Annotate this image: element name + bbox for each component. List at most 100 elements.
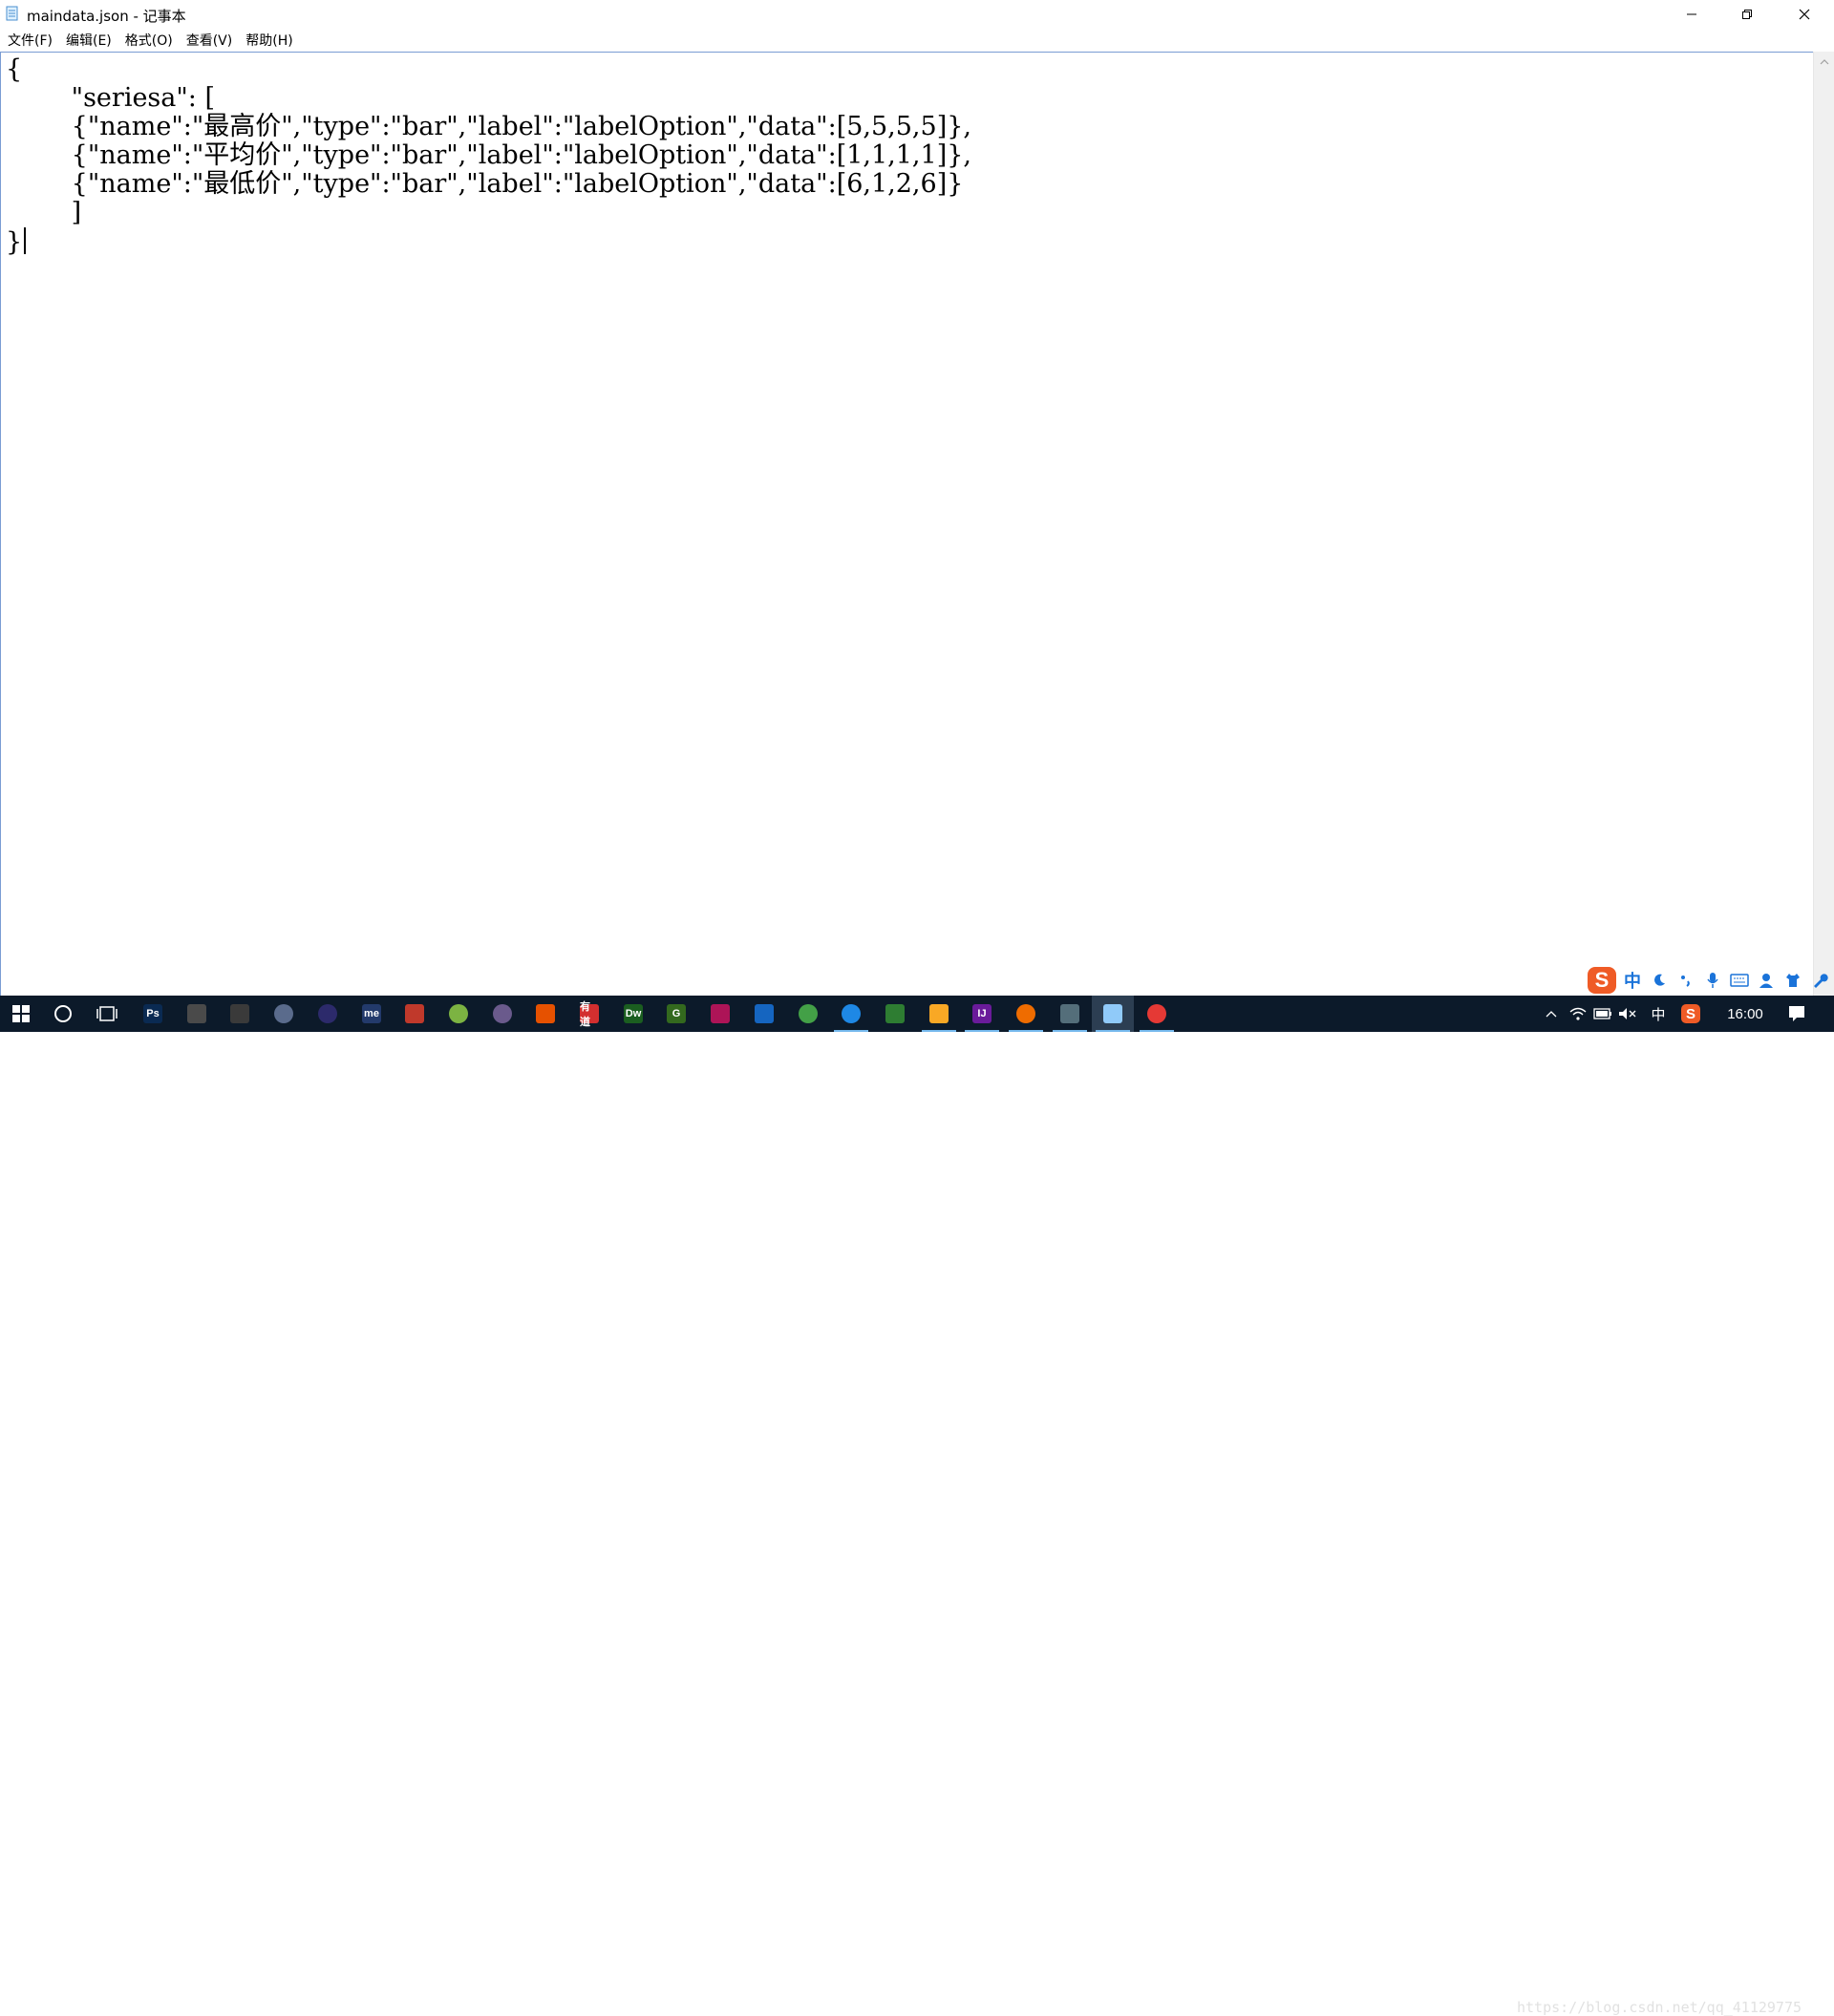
menu-edit[interactable]: 编辑(E) xyxy=(59,29,118,52)
chevron-up-icon[interactable] xyxy=(1540,996,1563,1032)
menu-file[interactable]: 文件(F) xyxy=(1,29,59,52)
vertical-scrollbar[interactable] xyxy=(1813,52,1834,996)
app-17-icon xyxy=(842,1004,861,1023)
mindmanager-icon: me xyxy=(362,1004,381,1023)
photoshop-icon: Ps xyxy=(143,1004,162,1023)
taskbar-app-app-13[interactable]: G xyxy=(655,996,697,1032)
calculator-icon xyxy=(187,1004,206,1023)
taskbar-app-app-15[interactable] xyxy=(743,996,785,1032)
wifi-icon[interactable] xyxy=(1567,996,1589,1032)
dreamweaver-icon-label: Dw xyxy=(625,1008,642,1019)
editor-line: {"name":"平均价","type":"bar","label":"labe… xyxy=(6,140,971,170)
chrome-icon xyxy=(1147,1004,1166,1023)
restore-icon xyxy=(1742,10,1752,19)
notification-icon[interactable] xyxy=(1782,996,1811,1032)
keyboard-icon[interactable] xyxy=(1729,970,1750,991)
taskbar-app-app-16[interactable] xyxy=(787,996,829,1032)
text-caret xyxy=(24,227,27,254)
windows-icon xyxy=(12,1005,30,1022)
taskbar-app-app-4[interactable] xyxy=(263,996,305,1032)
taskbar-app-intellij[interactable]: IJ xyxy=(961,996,1003,1032)
taskbar-app-app-18[interactable] xyxy=(874,996,916,1032)
menu-view[interactable]: 查看(V) xyxy=(180,29,240,52)
editor-line: { xyxy=(6,54,23,84)
minimize-icon xyxy=(1687,13,1696,15)
task-view-button[interactable] xyxy=(86,996,128,1032)
intellij-icon-label: IJ xyxy=(977,1008,987,1019)
ime-mode-toggle[interactable]: 中 xyxy=(1622,970,1643,992)
taskbar-app-eclipse[interactable] xyxy=(307,996,349,1032)
taskbar-app-youdao[interactable]: 有道 xyxy=(568,996,610,1032)
sogou-ime-logo[interactable]: S xyxy=(1588,967,1616,994)
menu-format[interactable]: 格式(O) xyxy=(118,29,180,52)
shirt-icon[interactable] xyxy=(1782,970,1803,991)
taskbar-app-mindmanager[interactable]: me xyxy=(351,996,393,1032)
taskbar-app-camera[interactable] xyxy=(219,996,261,1032)
photoshop-icon-label: Ps xyxy=(146,1008,160,1019)
taskbar-app-app-14[interactable] xyxy=(699,996,741,1032)
microphone-icon[interactable] xyxy=(1702,970,1723,991)
app-18-icon xyxy=(885,1004,905,1023)
minimize-button[interactable] xyxy=(1664,0,1719,29)
app-4-icon xyxy=(274,1004,293,1023)
editor-line: {"name":"最高价","type":"bar","label":"labe… xyxy=(6,112,971,141)
taskbar-app-dreamweaver[interactable]: Dw xyxy=(612,996,654,1032)
editor-line: } xyxy=(6,227,23,257)
app-9-icon xyxy=(493,1004,512,1023)
restore-button[interactable] xyxy=(1719,0,1775,29)
dreamweaver-icon: Dw xyxy=(624,1004,643,1023)
taskbar-app-notepad[interactable] xyxy=(1092,996,1134,1032)
taskbar-app-app-10[interactable] xyxy=(524,996,566,1032)
punctuation-icon[interactable] xyxy=(1675,970,1696,991)
taskbar-app-app-17[interactable] xyxy=(830,996,872,1032)
title-bar[interactable]: maindata.json - 记事本 xyxy=(0,0,1834,29)
scroll-up-button[interactable] xyxy=(1814,54,1834,71)
notepad-icon xyxy=(6,6,18,21)
taskbar-app-app-7[interactable] xyxy=(394,996,436,1032)
start-button[interactable] xyxy=(0,996,42,1032)
taskbar-app-file-explorer[interactable] xyxy=(918,996,960,1032)
mindmanager-icon-label: me xyxy=(364,1008,379,1019)
ime-indicator[interactable]: 中 xyxy=(1645,996,1672,1032)
close-button[interactable] xyxy=(1775,0,1834,29)
taskbar-app-app-22[interactable] xyxy=(1049,996,1091,1032)
menu-help[interactable]: 帮助(H) xyxy=(239,29,299,52)
app-13-icon: G xyxy=(667,1004,686,1023)
taskbar: Ps me 有道 Dw G IJ 中 S 16:00 https://blog.csdn.… xyxy=(0,996,1834,2016)
notepad-icon xyxy=(1103,1004,1122,1023)
taskbar-app-calculator[interactable] xyxy=(176,996,218,1032)
task-view-icon xyxy=(96,1006,117,1021)
clock[interactable]: 16:00 xyxy=(1719,996,1771,1032)
cortana-icon xyxy=(54,1005,72,1022)
window-title: maindata.json - 记事本 xyxy=(27,8,186,25)
volume-muted-icon[interactable] xyxy=(1616,996,1639,1032)
editor-line: {"name":"最低价","type":"bar","label":"labe… xyxy=(6,169,964,199)
sogou-tray-icon[interactable]: S xyxy=(1677,996,1704,1032)
ime-toolbar: S 中 xyxy=(1588,965,1830,996)
taskbar-app-chrome[interactable] xyxy=(1136,996,1178,1032)
editor-content[interactable]: { "seriesa": [ {"name":"最高价","type":"bar… xyxy=(6,55,971,257)
app-10-icon xyxy=(536,1004,555,1023)
app-21-icon xyxy=(1016,1004,1035,1023)
taskbar-app-app-8[interactable] xyxy=(437,996,480,1032)
wrench-icon[interactable] xyxy=(1809,970,1830,991)
taskbar-app-app-9[interactable] xyxy=(481,996,523,1032)
menu-bar: 文件(F) 编辑(E) 格式(O) 查看(V) 帮助(H) xyxy=(0,29,1834,52)
app-22-icon xyxy=(1060,1004,1079,1023)
intellij-icon: IJ xyxy=(972,1004,992,1023)
user-icon[interactable] xyxy=(1756,970,1777,991)
battery-icon[interactable] xyxy=(1591,996,1614,1032)
text-editor[interactable]: { "seriesa": [ {"name":"最高价","type":"bar… xyxy=(0,52,1813,996)
taskbar-app-photoshop[interactable]: Ps xyxy=(132,996,174,1032)
moon-icon[interactable] xyxy=(1649,970,1670,991)
taskbar-app-app-21[interactable] xyxy=(1005,996,1047,1032)
notepad-window: maindata.json - 记事本 文件(F) 编辑(E) 格式(O) 查看… xyxy=(0,0,1834,996)
app-8-icon xyxy=(449,1004,468,1023)
app-7-icon xyxy=(405,1004,424,1023)
app-13-icon-label: G xyxy=(672,1008,681,1019)
youdao-icon: 有道 xyxy=(580,1001,599,1028)
chevron-up-icon xyxy=(1820,59,1829,65)
close-icon xyxy=(1799,9,1810,20)
youdao-icon-label: 有道 xyxy=(580,1001,590,1028)
search-button[interactable] xyxy=(42,996,84,1032)
